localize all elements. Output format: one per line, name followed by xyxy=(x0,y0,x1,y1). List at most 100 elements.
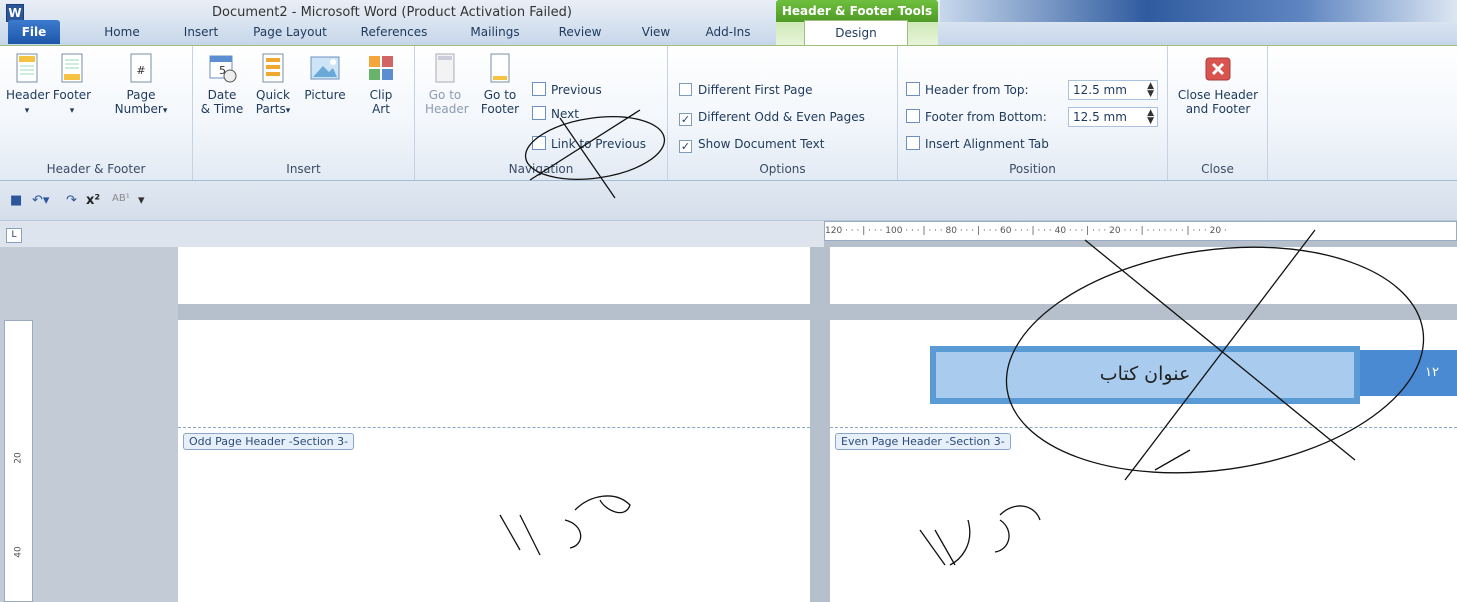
go-to-footer-icon xyxy=(490,53,510,83)
footer-button[interactable]: Footer ▾ xyxy=(50,52,94,118)
link-to-previous-button[interactable]: Link to Previous xyxy=(532,134,646,154)
footer-from-bottom-row: Footer from Bottom: xyxy=(906,107,1047,127)
group-options: Different First Page ✓ Different Odd & Ev… xyxy=(668,46,898,180)
vruler-mark-40: 40 xyxy=(13,546,24,558)
group-label-options: Options xyxy=(759,162,806,176)
odd-page-header-tag: Odd Page Header -Section 3- xyxy=(183,433,355,450)
odd-page[interactable] xyxy=(178,320,810,602)
goto-footer-line2: Footer xyxy=(480,102,520,116)
group-insert: 5 Date & Time Quick Parts▾ Picture Clip Art… xyxy=(193,46,415,180)
vertical-ruler[interactable]: 20 40 xyxy=(4,320,33,602)
tab-view[interactable]: View xyxy=(636,20,676,44)
picture-label: Picture xyxy=(304,88,346,102)
previous-page-left xyxy=(178,247,810,304)
save-icon[interactable]: ■ xyxy=(10,193,22,208)
ruler-text: 120 · · · | · · · 100 · · · | · · · 80 ·… xyxy=(825,226,1227,236)
undo-icon[interactable]: ↶▾ xyxy=(32,193,49,208)
quick-parts-button[interactable]: Quick Parts▾ xyxy=(251,52,295,118)
previous-icon xyxy=(532,82,546,96)
header-from-top-input[interactable]: 12.5 mm ▲ ▼ xyxy=(1068,80,1158,100)
tab-selector-icon[interactable]: L xyxy=(6,228,22,243)
different-first-page-check xyxy=(679,83,692,96)
tab-add-ins[interactable]: Add-Ins xyxy=(700,20,756,44)
group-label-navigation: Navigation xyxy=(508,162,574,176)
header-from-top-label: Header from Top: xyxy=(925,83,1029,97)
page-number-icon: # xyxy=(130,53,152,83)
previous-button[interactable]: Previous xyxy=(532,80,602,100)
svg-text:#: # xyxy=(136,64,145,77)
parts-label: Parts xyxy=(255,102,286,116)
show-document-text-checkbox[interactable]: ✓ Show Document Text xyxy=(679,134,824,154)
show-document-text-label: Show Document Text xyxy=(698,137,825,151)
page-label: Page xyxy=(126,88,156,102)
different-odd-even-label: Different Odd & Even Pages xyxy=(698,110,865,124)
ribbon-tabs: File Home Insert Page Layout References … xyxy=(0,20,1457,46)
header-icon xyxy=(16,53,38,83)
page-number-button[interactable]: # Page Number▾ xyxy=(108,52,174,118)
header-from-top-row: Header from Top: xyxy=(906,80,1029,100)
page-number-box[interactable]: ۱۲ xyxy=(1348,350,1457,396)
clip-label: Clip xyxy=(369,88,393,102)
previous-page-right xyxy=(830,247,1457,304)
different-first-page-checkbox[interactable]: Different First Page xyxy=(679,80,813,100)
close-line1: Close Header xyxy=(1177,88,1259,102)
even-header-boundary xyxy=(830,427,1457,428)
header-position-icon xyxy=(906,82,920,96)
customize-qat-icon[interactable]: ▾ xyxy=(138,193,145,208)
title-bar-glow xyxy=(940,0,1457,22)
book-title-box[interactable]: عنوان کتاب xyxy=(930,346,1360,404)
tab-review[interactable]: Review xyxy=(554,20,606,44)
quick-parts-icon xyxy=(262,53,284,83)
picture-button[interactable]: Picture xyxy=(299,52,351,102)
group-label-close: Close xyxy=(1201,162,1234,176)
close-icon xyxy=(1205,57,1231,81)
different-odd-even-checkbox[interactable]: ✓ Different Odd & Even Pages xyxy=(679,107,865,127)
date-time-button[interactable]: 5 Date & Time xyxy=(199,52,245,116)
clip-art-button[interactable]: Clip Art xyxy=(359,52,403,116)
footer-from-bottom-label: Footer from Bottom: xyxy=(925,110,1047,124)
different-odd-even-check: ✓ xyxy=(679,113,692,126)
footer-from-bottom-input[interactable]: 12.5 mm ▲ ▼ xyxy=(1068,107,1158,127)
tab-file[interactable]: File xyxy=(8,20,60,44)
footer-label: Footer xyxy=(52,88,92,102)
tab-design[interactable]: Design xyxy=(804,20,908,46)
previous-label: Previous xyxy=(551,83,602,97)
show-document-text-check: ✓ xyxy=(679,140,692,153)
odd-header-boundary xyxy=(178,427,810,428)
tab-references[interactable]: References xyxy=(358,20,430,44)
header-label: Header xyxy=(6,88,50,102)
tab-page-layout[interactable]: Page Layout xyxy=(245,20,335,44)
time-label: & Time xyxy=(200,102,244,116)
art-label: Art xyxy=(372,102,390,116)
header-from-top-value: 12.5 mm xyxy=(1073,83,1127,97)
next-button[interactable]: Next xyxy=(532,104,579,124)
date-label: Date xyxy=(207,88,237,102)
insert-alignment-tab-label: Insert Alignment Tab xyxy=(925,137,1049,151)
group-label-position: Position xyxy=(1009,162,1056,176)
footer-icon xyxy=(61,53,83,83)
close-line2: and Footer xyxy=(1185,102,1251,116)
link-to-previous-label: Link to Previous xyxy=(551,137,646,151)
redo-icon[interactable]: ↷ xyxy=(66,193,77,208)
different-first-page-label: Different First Page xyxy=(698,83,813,97)
even-page-header-tag: Even Page Header -Section 3- xyxy=(835,433,1011,450)
ruler-background xyxy=(0,221,824,247)
horizontal-ruler[interactable]: 120 · · · | · · · 100 · · · | · · · 80 ·… xyxy=(824,221,1457,241)
close-header-footer-button[interactable]: Close Header and Footer xyxy=(1172,52,1264,116)
next-icon xyxy=(532,106,546,120)
spinner-arrows-icon[interactable]: ▲ ▼ xyxy=(1147,109,1154,126)
go-to-footer-button[interactable]: Go to Footer xyxy=(477,52,523,116)
insert-alignment-tab-button[interactable]: Insert Alignment Tab xyxy=(906,134,1049,154)
tab-insert[interactable]: Insert xyxy=(176,20,226,44)
goto-header-line1: Go to xyxy=(428,88,462,102)
tab-home[interactable]: Home xyxy=(98,20,146,44)
go-to-header-button[interactable]: Go to Header xyxy=(425,52,469,116)
header-button[interactable]: Header ▾ xyxy=(6,52,50,118)
superscript-icon[interactable]: x² xyxy=(86,193,100,208)
subscript-icon[interactable]: AB¹ xyxy=(112,193,130,204)
group-header-footer: Header ▾ Footer ▾ # Page Number▾ Header & F… xyxy=(0,46,193,180)
alignment-tab-icon xyxy=(906,136,920,150)
spinner-arrows-icon[interactable]: ▲ ▼ xyxy=(1147,82,1154,99)
group-label-insert: Insert xyxy=(286,162,321,176)
tab-mailings[interactable]: Mailings xyxy=(464,20,526,44)
